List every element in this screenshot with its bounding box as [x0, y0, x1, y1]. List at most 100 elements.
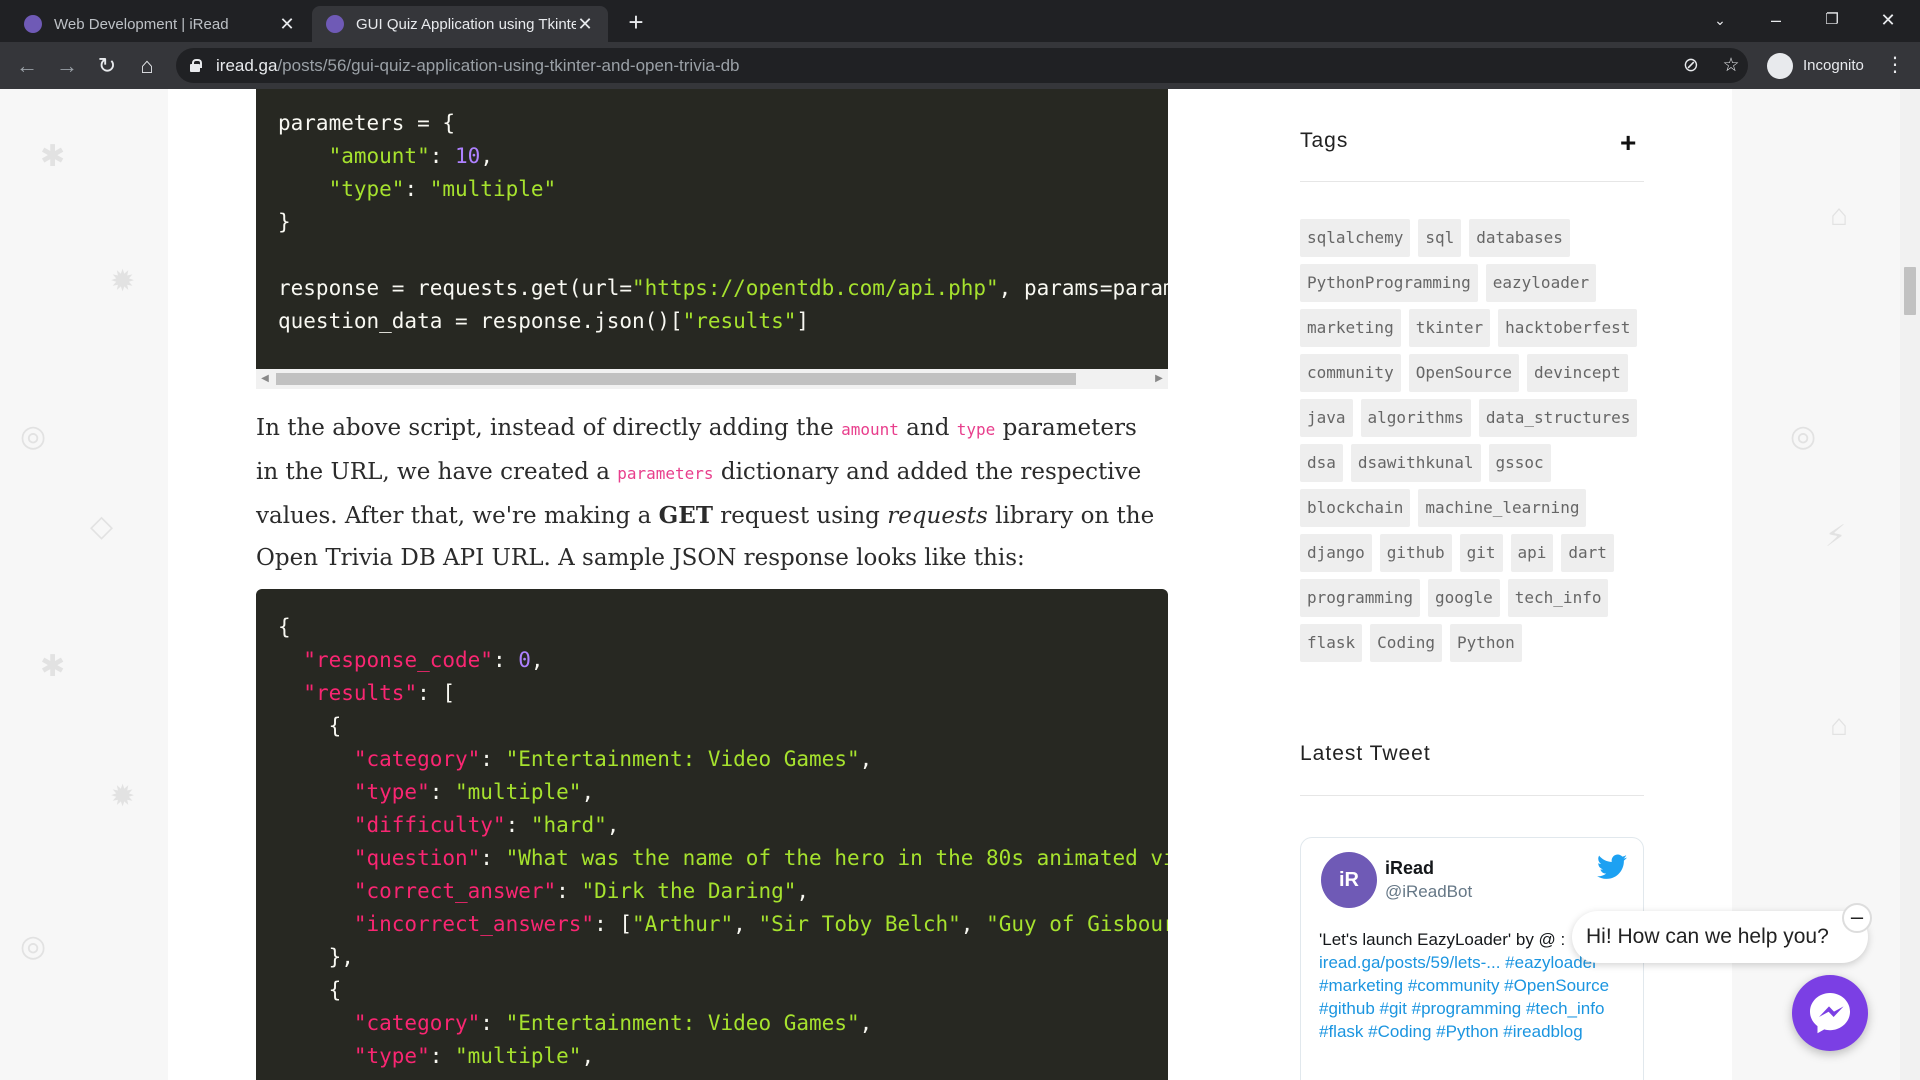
tag-gssoc[interactable]: gssoc: [1488, 444, 1551, 482]
code-block-request: parameters = { "amount": 10, "type": "mu…: [256, 89, 1168, 369]
incognito-indicator[interactable]: Incognito: [1755, 48, 1876, 83]
code-token: "Guy of Gisbourn: [986, 912, 1168, 936]
tweet-link[interactable]: iread.ga/posts/59/lets-... #eazyloader #…: [1319, 953, 1609, 1041]
close-icon[interactable]: ✕: [278, 14, 296, 35]
tag-databases[interactable]: databases: [1469, 219, 1570, 257]
scrollbar-thumb[interactable]: [276, 373, 1076, 385]
scroll-right-arrow-icon[interactable]: ▶: [1150, 369, 1168, 389]
reload-button[interactable]: ↻: [92, 51, 122, 81]
tag-sqlalchemy[interactable]: sqlalchemy: [1300, 219, 1411, 257]
new-tab-button[interactable]: +: [622, 8, 650, 36]
code-token: "type": [328, 177, 405, 201]
chat-close-button[interactable]: –: [1842, 903, 1872, 933]
avatar[interactable]: iR: [1321, 852, 1377, 908]
restore-button[interactable]: ❐: [1804, 0, 1860, 40]
tag-pythonprogramming[interactable]: PythonProgramming: [1300, 264, 1478, 302]
expand-plus-icon[interactable]: +: [1620, 127, 1636, 159]
code-line: question_data = response.json()["results…: [278, 305, 1168, 338]
menu-icon[interactable]: ⋮: [1880, 48, 1910, 83]
tab-search-icon[interactable]: ⌄: [1692, 0, 1748, 40]
tag-github[interactable]: github: [1379, 534, 1452, 572]
code-token: }: [278, 210, 291, 234]
code-block-json-response: { "response_code": 0, "results": [ { "ca…: [256, 589, 1168, 1080]
minimize-button[interactable]: –: [1748, 0, 1804, 40]
twitter-bird-icon[interactable]: [1597, 854, 1627, 880]
tab-web-development[interactable]: Web Development | iRead ✕: [10, 6, 310, 42]
code-token: "incorrect_answers": [353, 912, 595, 936]
background-pattern-icon: ✱: [40, 650, 66, 683]
tag-dsawithkunal[interactable]: dsawithkunal: [1350, 444, 1481, 482]
tab-title: GUI Quiz Application using Tkinter: [356, 15, 576, 33]
forward-button[interactable]: →: [52, 51, 82, 81]
lock-icon[interactable]: [190, 58, 202, 72]
background-pattern-icon: ⚡: [1825, 520, 1847, 553]
tag-python[interactable]: Python: [1449, 624, 1522, 662]
address-bar[interactable]: iread.ga/posts/56/gui-quiz-application-u…: [176, 48, 1748, 83]
scroll-left-arrow-icon[interactable]: ◀: [256, 369, 274, 389]
tag-git[interactable]: git: [1459, 534, 1503, 572]
tag-django[interactable]: django: [1300, 534, 1372, 572]
tag-programming[interactable]: programming: [1300, 579, 1420, 617]
code-token: :: [480, 747, 506, 771]
code-token: ,: [960, 912, 987, 936]
code-line: "incorrect_answers": ["Arthur", "Sir Tob…: [278, 908, 1168, 941]
code-token: ]: [796, 309, 810, 333]
messenger-chat-button[interactable]: [1792, 975, 1868, 1051]
tag-machine-learning[interactable]: machine_learning: [1418, 489, 1587, 527]
back-button[interactable]: ←: [12, 51, 42, 81]
tweet-author-handle[interactable]: @iReadBot: [1385, 882, 1472, 902]
tag-community[interactable]: community: [1300, 354, 1401, 392]
code-token: ,: [796, 879, 810, 903]
home-button[interactable]: ⌂: [132, 51, 162, 81]
code-line: "type": "multiple",: [278, 1040, 1168, 1073]
tag-data-structures[interactable]: data_structures: [1478, 399, 1638, 437]
code-token: ,: [480, 144, 493, 168]
tag-dsa[interactable]: dsa: [1300, 444, 1343, 482]
tag-algorithms[interactable]: algorithms: [1360, 399, 1471, 437]
tag-coding[interactable]: Coding: [1370, 624, 1442, 662]
code-token: :: [505, 813, 531, 837]
code-horizontal-scrollbar[interactable]: ◀ ▶: [256, 369, 1168, 389]
chat-greeting-bubble[interactable]: Hi! How can we help you?: [1572, 911, 1868, 963]
code-token: , params=parame: [998, 276, 1168, 300]
code-token: "response_code": [303, 648, 493, 672]
page-vertical-scrollbar[interactable]: [1900, 89, 1920, 1080]
tag-opensource[interactable]: OpenSource: [1408, 354, 1520, 392]
background-pattern-icon: ✹: [110, 780, 136, 813]
tag-hacktoberfest[interactable]: hacktoberfest: [1498, 309, 1638, 347]
bookmark-star-icon[interactable]: ☆: [1716, 48, 1746, 83]
tag-dart[interactable]: dart: [1561, 534, 1614, 572]
tag-java[interactable]: java: [1300, 399, 1353, 437]
tag-devincept[interactable]: devincept: [1527, 354, 1628, 392]
close-icon[interactable]: ✕: [576, 14, 594, 35]
window-close-button[interactable]: ✕: [1860, 0, 1916, 40]
tags-title: Tags: [1300, 129, 1349, 152]
code-token: 10: [455, 144, 481, 168]
scrollbar-thumb[interactable]: [1904, 267, 1916, 315]
tag-flask[interactable]: flask: [1300, 624, 1363, 662]
tweet-author-name[interactable]: iRead: [1385, 858, 1434, 879]
code-line: "type": "multiple",: [278, 776, 1168, 809]
tag-sql[interactable]: sql: [1418, 219, 1462, 257]
code-line: "correct_answer": "Dirk the Daring",: [278, 875, 1168, 908]
tab-title: Web Development | iRead: [54, 15, 229, 33]
tag-google[interactable]: google: [1427, 579, 1500, 617]
tab-gui-quiz[interactable]: GUI Quiz Application using Tkinter ✕: [312, 6, 608, 42]
code-token: "Sir Toby Belch": [758, 912, 961, 936]
tag-eazyloader[interactable]: eazyloader: [1485, 264, 1597, 302]
tag-tech-info[interactable]: tech_info: [1507, 579, 1609, 617]
code-token: :: [492, 648, 519, 672]
tracking-blocked-icon[interactable]: ⊘: [1676, 48, 1706, 83]
code-line: "category": "Entertainment: Video Games"…: [278, 743, 1168, 776]
tag-marketing[interactable]: marketing: [1300, 309, 1401, 347]
tag-tkinter[interactable]: tkinter: [1408, 309, 1491, 347]
divider: [1300, 181, 1644, 182]
code-line: parameters = {: [278, 107, 1168, 140]
browser-toolbar: ← → ↻ ⌂ iread.ga/posts/56/gui-quiz-appli…: [0, 42, 1920, 89]
background-pattern-icon: ◎: [20, 930, 47, 963]
tag-blockchain[interactable]: blockchain: [1300, 489, 1411, 527]
code-token: {: [278, 714, 342, 738]
tag-api[interactable]: api: [1510, 534, 1554, 572]
